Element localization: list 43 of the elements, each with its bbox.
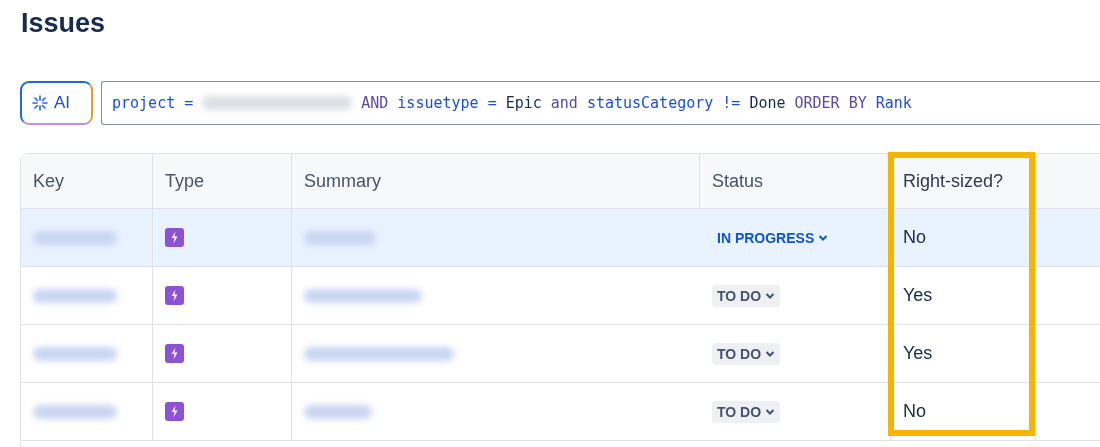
query-token: issuetype bbox=[397, 94, 479, 112]
lightning-icon bbox=[165, 286, 184, 305]
query-token: Rank bbox=[875, 94, 912, 112]
column-header[interactable]: Status bbox=[700, 154, 891, 208]
status-dropdown[interactable]: IN PROGRESS bbox=[712, 226, 834, 249]
ai-button[interactable]: AI bbox=[20, 81, 93, 125]
column-header[interactable]: Key bbox=[21, 154, 153, 208]
right-sized-value: No bbox=[903, 227, 926, 248]
query-token: AND bbox=[361, 94, 389, 112]
query-token: statusCategory bbox=[586, 94, 714, 112]
query-token: = bbox=[487, 94, 497, 112]
column-header[interactable]: Type bbox=[153, 154, 292, 208]
query-token: ORDER BY bbox=[794, 94, 867, 112]
right-sized-value: Yes bbox=[903, 285, 933, 306]
lightning-icon bbox=[165, 228, 184, 247]
redacted-text bbox=[304, 404, 372, 419]
status-dropdown[interactable]: TO DO bbox=[712, 342, 781, 365]
query-token: project bbox=[112, 94, 176, 112]
status-dropdown[interactable]: TO DO bbox=[712, 284, 781, 307]
right-sized-value: No bbox=[903, 401, 926, 422]
status-dropdown[interactable]: TO DO bbox=[712, 400, 781, 423]
query-token: != bbox=[722, 94, 741, 112]
lightning-icon bbox=[165, 402, 184, 421]
right-sized-value: Yes bbox=[903, 343, 933, 364]
query-token: = bbox=[184, 94, 194, 112]
chevron-down-icon bbox=[765, 407, 776, 416]
chevron-down-icon bbox=[765, 291, 776, 300]
query-token: and bbox=[550, 94, 578, 112]
query-token: Done bbox=[749, 94, 786, 112]
column-header[interactable]: Right-sized? bbox=[891, 154, 1036, 208]
table-row[interactable]: IN PROGRESS No bbox=[21, 209, 1100, 267]
chevron-down-icon bbox=[765, 349, 776, 358]
chevron-down-icon bbox=[818, 233, 829, 242]
page-title: Issues bbox=[20, 7, 107, 40]
lightning-icon bbox=[165, 344, 184, 363]
column-header[interactable]: Summary bbox=[292, 154, 700, 208]
table-row[interactable]: TO DO No bbox=[21, 383, 1100, 441]
table-row[interactable]: TO DO Yes bbox=[21, 325, 1100, 383]
sparkle-icon bbox=[32, 95, 48, 111]
table-row[interactable]: TO DO Yes bbox=[21, 267, 1100, 325]
query-field[interactable]: project = AND issuetype = Epic and statusCategory != Done ORDER BY Rank bbox=[101, 81, 1100, 125]
query-token: Epic bbox=[505, 94, 542, 112]
redacted-text bbox=[304, 230, 376, 245]
